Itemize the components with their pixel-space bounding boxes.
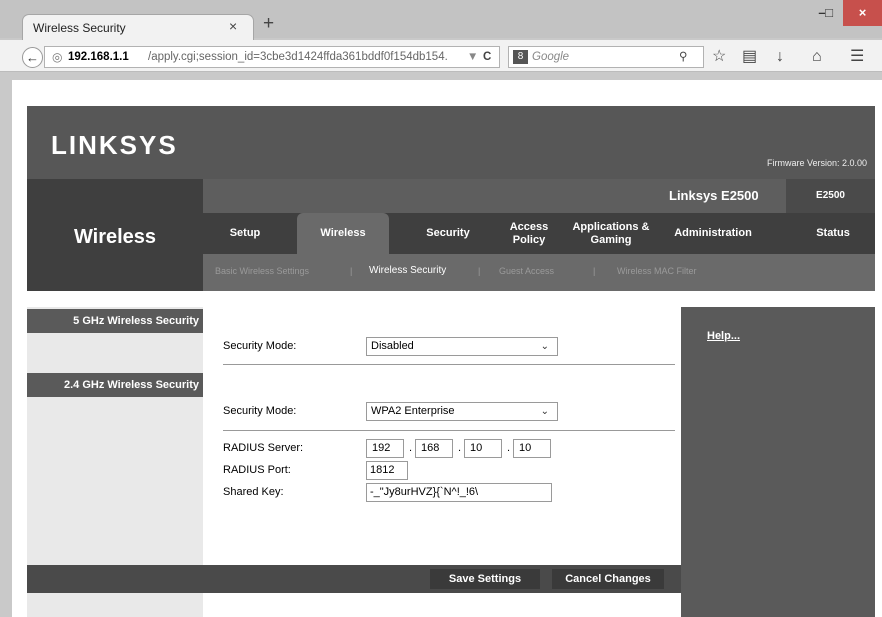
cancel-changes-button[interactable]: Cancel Changes [552,569,664,589]
chevron-down-icon: ⌄ [540,406,549,417]
sub-separator: | [478,266,481,276]
site-identity-icon[interactable]: ◎ [52,47,62,67]
security-mode-24ghz-value: WPA2 Enterprise [371,405,455,417]
router-header: LINKSYS Firmware Version: 2.0.00 [27,106,875,179]
save-settings-button[interactable]: Save Settings [430,569,540,589]
browser-navbar: ← ◎ 192.168.1.1 /apply.cgi;session_id=3c… [0,40,882,72]
url-path: /apply.cgi;session_id=3cbe3d1424ffda361b… [148,51,448,63]
security-mode-24ghz-label: Security Mode: [223,405,297,417]
search-icon[interactable]: ⚲ [679,47,687,67]
sub-tab-guest-access[interactable]: Guest Access [499,266,554,276]
tab-status[interactable]: Status [791,213,875,254]
reading-list-icon[interactable]: ▤ [742,49,757,65]
tab-security[interactable]: Security [403,213,493,254]
sub-tab-wireless-security[interactable]: Wireless Security [369,265,446,276]
tab-applications-gaming[interactable]: Applications & Gaming [565,213,657,254]
security-mode-5ghz-label: Security Mode: [223,340,297,352]
url-host: 192.168.1.1 [68,51,129,63]
main-menu: Setup Wireless Security Access Policy Ap… [203,213,875,254]
linksys-logo: LINKSYS [51,130,178,160]
label-5ghz-security: 5 GHz Wireless Security [27,309,203,333]
menu-icon[interactable]: ☰ [850,49,864,65]
sub-separator: | [350,266,353,276]
footer-bar: Save Settings Cancel Changes [27,565,681,593]
sub-tab-mac-filter[interactable]: Wireless MAC Filter [617,266,697,276]
download-icon[interactable]: ↓ [776,49,784,65]
tab-access-policy[interactable]: Access Policy [499,213,559,254]
sub-tab-basic-wireless[interactable]: Basic Wireless Settings [215,266,309,276]
radius-server-label: RADIUS Server: [223,442,304,454]
divider [223,364,675,365]
radius-server-octet-1[interactable]: 192 [366,439,404,458]
tab-title: Wireless Security [33,21,126,35]
sub-menu: Basic Wireless Settings | Wireless Secur… [203,254,875,291]
model-strip: Linksys E2500 E2500 [203,179,875,213]
search-input[interactable]: 8 Google ⚲ [508,46,704,68]
shared-key-input[interactable]: -_"Jy8urHVZ}{`N^!_!6\ [366,483,552,502]
radius-port-input[interactable]: 1812 [366,461,408,480]
firmware-version: Firmware Version: 2.0.00 [766,158,867,168]
radius-server-octet-3[interactable]: 10 [464,439,502,458]
help-link[interactable]: Help... [707,330,740,342]
tab-wireless[interactable]: Wireless [297,213,389,254]
octet-separator: . [507,442,511,454]
label-24ghz-security: 2.4 GHz Wireless Security [27,373,203,397]
router-page: LINKSYS Firmware Version: 2.0.00 Wireles… [12,80,882,617]
tab-setup[interactable]: Setup [203,213,287,254]
browser-titlebar: Wireless Security × + – × □ [0,0,882,40]
divider [223,430,675,431]
address-bar[interactable]: ◎ 192.168.1.1 /apply.cgi;session_id=3cbe… [44,46,500,68]
maximize-button[interactable]: □ [818,0,840,26]
close-window-button[interactable]: × [843,0,882,26]
new-tab-button[interactable]: + [263,13,274,35]
navigation-band: Wireless Linksys E2500 E2500 Setup Wirel… [27,179,875,291]
security-mode-24ghz-select[interactable]: WPA2 Enterprise ⌄ [366,402,558,421]
url-dropdown-icon[interactable]: ▼ [467,47,478,67]
star-icon[interactable]: ☆ [712,49,726,65]
octet-separator: . [409,442,413,454]
sub-separator: | [593,266,596,276]
tab-close-icon[interactable]: × [229,18,237,34]
security-mode-5ghz-select[interactable]: Disabled ⌄ [366,337,558,356]
radius-port-label: RADIUS Port: [223,464,291,476]
octet-separator: . [458,442,462,454]
home-icon[interactable]: ⌂ [812,49,822,65]
search-placeholder: Google [532,51,570,63]
section-title-text: Wireless [73,226,157,248]
chevron-down-icon: ⌄ [540,341,549,352]
shared-key-label: Shared Key: [223,486,284,498]
back-arrow-icon[interactable]: ← [22,47,43,68]
model-code: E2500 [786,179,875,213]
reload-icon[interactable]: C [483,47,491,67]
section-title: Wireless [27,179,203,291]
help-column: Help... [681,307,875,617]
model-name: Linksys E2500 [669,188,759,203]
radius-server-octet-4[interactable]: 10 [513,439,551,458]
security-mode-5ghz-value: Disabled [371,340,414,352]
radius-server-octet-2[interactable]: 168 [415,439,453,458]
tab-administration[interactable]: Administration [663,213,763,254]
search-engine-icon[interactable]: 8 [513,50,528,64]
browser-tab[interactable]: Wireless Security × [22,14,254,40]
